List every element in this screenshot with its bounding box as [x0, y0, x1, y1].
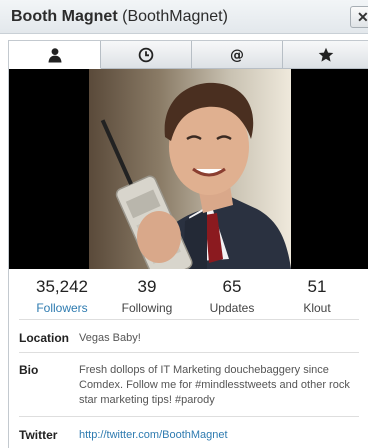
tab-mentions[interactable]: @: [192, 41, 283, 69]
close-icon: ✕: [357, 9, 368, 25]
location-row: Location Vegas Baby!: [19, 319, 359, 352]
stats-bar: 35,242 Followers 39 Following 65 Updates…: [9, 277, 368, 317]
stat-klout[interactable]: 51 Klout: [272, 277, 362, 316]
bio-row: Bio Fresh dollops of IT Marketing douche…: [19, 352, 359, 416]
updates-label: Updates: [209, 301, 255, 315]
profile-photo[interactable]: [89, 69, 291, 269]
tab-timeline[interactable]: [101, 41, 192, 69]
bio-value: Fresh dollops of IT Marketing douchebagg…: [79, 364, 350, 406]
klout-score: 51: [307, 277, 327, 296]
clock-icon: [138, 47, 154, 62]
updates-count: 65: [222, 277, 242, 296]
svg-text:@: @: [230, 47, 244, 63]
tab-favorites[interactable]: [283, 41, 368, 69]
close-button[interactable]: ✕: [350, 6, 368, 28]
profile-handle: (BoothMagnet): [122, 8, 228, 25]
stat-following[interactable]: 39 Following: [102, 277, 192, 316]
followers-link[interactable]: Followers: [17, 300, 107, 316]
profile-panel: @ 35,242 Followers 39 Following 65 Updat…: [8, 40, 368, 448]
stat-followers[interactable]: 35,242 Followers: [17, 277, 107, 316]
user-icon: [48, 47, 61, 62]
stat-updates[interactable]: 65 Updates: [187, 277, 277, 316]
profile-tabs: @: [9, 41, 368, 69]
bio-label: Bio: [19, 363, 39, 377]
profile-photo-frame: [9, 69, 368, 269]
following-label: Following: [121, 301, 173, 315]
followers-count: 35,242: [36, 277, 88, 296]
klout-label: Klout: [303, 301, 331, 315]
profile-details: Location Vegas Baby! Bio Fresh dollops o…: [19, 319, 359, 448]
window-title: Booth Magnet (BoothMagnet): [11, 8, 228, 26]
following-count: 39: [137, 277, 157, 296]
title-bar: Booth Magnet (BoothMagnet) ✕: [0, 0, 368, 34]
twitter-label: Twitter: [19, 428, 58, 442]
star-icon: [318, 47, 333, 62]
twitter-row: Twitter http://twitter.com/BoothMagnet: [19, 416, 359, 448]
tab-profile[interactable]: [9, 41, 101, 69]
twitter-link[interactable]: http://twitter.com/BoothMagnet: [79, 428, 359, 448]
profile-name: Booth Magnet: [11, 8, 118, 25]
location-label: Location: [19, 331, 69, 345]
location-value: Vegas Baby!: [79, 332, 141, 344]
at-icon: @: [230, 47, 244, 63]
